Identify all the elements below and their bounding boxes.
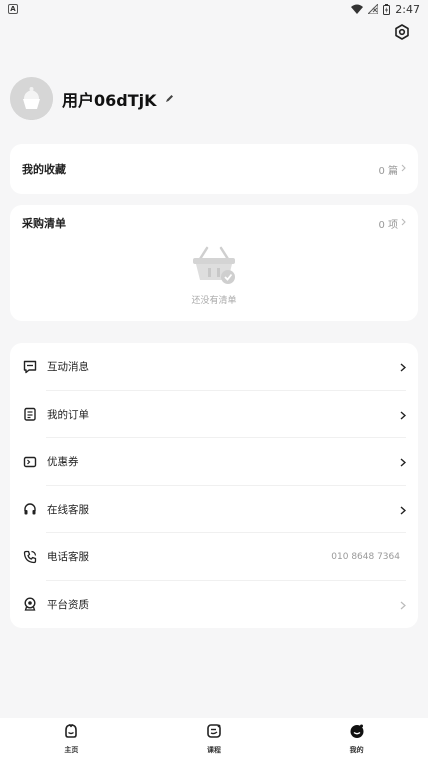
bottom-tab-bar: 主页 课程 我的: [0, 718, 428, 760]
purchase-list-empty: 还没有清单: [10, 245, 418, 306]
chevron-right-icon: [400, 452, 407, 471]
phone-number: 010 8648 7364: [331, 551, 400, 562]
home-icon: [63, 723, 79, 743]
favorites-count-value: 0 篇: [378, 165, 398, 177]
chevron-right-icon: [400, 500, 407, 519]
status-time: 2:47: [395, 2, 420, 16]
profile-icon: [349, 723, 365, 743]
notification-a-icon: A: [8, 4, 18, 14]
avatar[interactable]: [10, 77, 53, 120]
purchase-list-title: 采购清单: [22, 217, 66, 230]
chevron-right-icon: [400, 357, 407, 376]
profile-header: 用户06dTjK: [10, 77, 174, 120]
coupon-icon: [22, 454, 38, 470]
purchase-list-count: 0 项: [378, 216, 406, 231]
menu-item-label: 互动消息: [47, 361, 89, 374]
headset-icon: [22, 501, 38, 517]
tab-course[interactable]: 课程: [174, 723, 254, 755]
favorites-title: 我的收藏: [22, 163, 66, 176]
course-icon: [206, 723, 222, 743]
chevron-right-icon: [401, 218, 406, 229]
tab-label: 主页: [64, 746, 79, 754]
tab-label: 课程: [206, 746, 221, 754]
menu-item-orders[interactable]: 我的订单: [10, 391, 418, 438]
no-signal-icon: [368, 4, 379, 14]
menu-item-label: 我的订单: [47, 408, 89, 421]
gear-icon: [394, 24, 410, 44]
tab-label: 我的: [349, 746, 364, 754]
chevron-right-icon: [400, 405, 407, 424]
settings-button[interactable]: [392, 24, 412, 44]
order-icon: [22, 406, 38, 422]
menu-item-online-service[interactable]: 在线客服: [10, 486, 418, 533]
tab-home[interactable]: 主页: [31, 723, 111, 755]
purchase-list-card[interactable]: 采购清单 0 项 还没有清单: [10, 205, 418, 321]
menu-item-label: 优惠券: [47, 456, 79, 469]
status-bar: A 2:47: [0, 0, 428, 18]
favorites-card[interactable]: 我的收藏 0 篇: [10, 144, 418, 194]
menu-item-label: 平台资质: [47, 598, 89, 611]
empty-basket-icon: [191, 245, 237, 289]
menu-item-certification[interactable]: 平台资质: [10, 581, 418, 629]
menu-item-coupons[interactable]: 优惠券: [10, 438, 418, 486]
battery-icon: [383, 3, 391, 15]
menu-item-messages[interactable]: 互动消息: [10, 343, 418, 391]
menu-item-label: 电话客服: [47, 551, 89, 564]
edit-pencil-icon[interactable]: [165, 94, 174, 103]
empty-text: 还没有清单: [191, 296, 237, 306]
phone-icon: [22, 549, 38, 565]
favorites-count: 0 篇: [378, 162, 406, 177]
certificate-icon: [22, 596, 38, 612]
username: 用户06dTjK: [62, 90, 157, 110]
menu-item-phone-service[interactable]: 电话客服 010 8648 7364: [10, 533, 418, 581]
chevron-right-icon: [401, 164, 406, 175]
chevron-right-icon: [400, 595, 406, 614]
purchase-list-count-value: 0 项: [378, 219, 398, 231]
message-icon: [22, 359, 38, 375]
menu-item-label: 在线客服: [47, 503, 89, 516]
wifi-icon: [351, 4, 364, 14]
menu-card: 互动消息 我的订单 优惠券 在线客服 电话客服 010 8648 7364 平台…: [10, 343, 418, 628]
tab-profile[interactable]: 我的: [317, 723, 397, 755]
